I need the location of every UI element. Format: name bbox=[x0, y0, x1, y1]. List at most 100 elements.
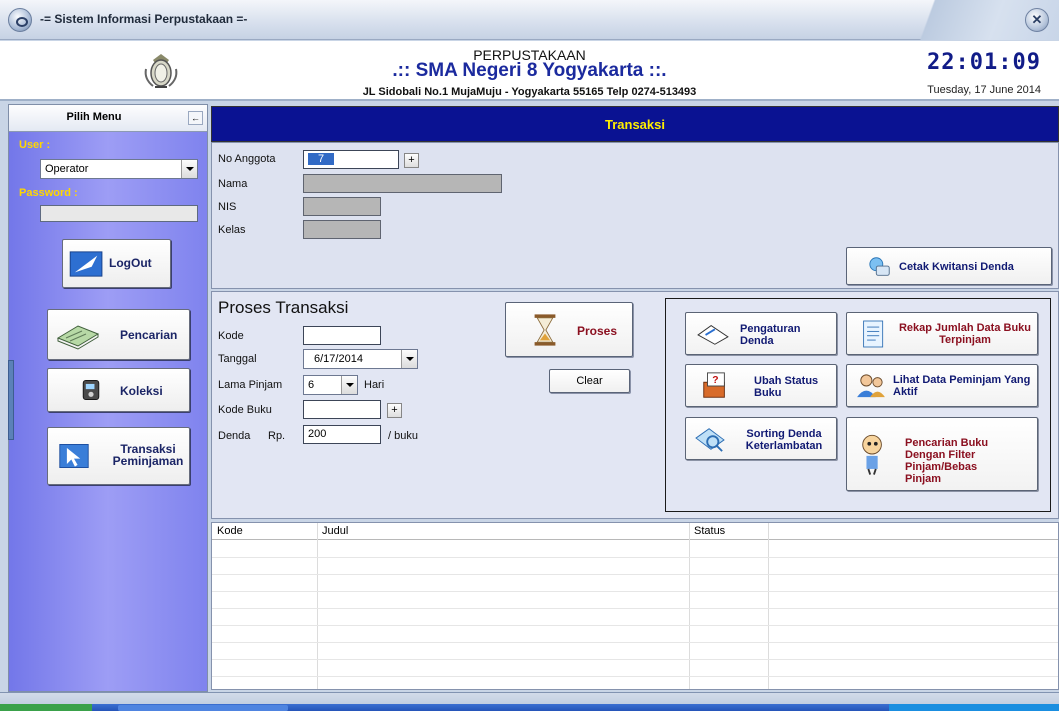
no-anggota-label: No Anggota bbox=[218, 153, 276, 165]
per-buku-label: / buku bbox=[388, 430, 418, 442]
chevron-down-icon[interactable] bbox=[181, 160, 197, 178]
kode-buku-label: Kode Buku bbox=[218, 404, 272, 416]
hari-label: Hari bbox=[364, 379, 385, 391]
ubah-status-label: Ubah Status Buku bbox=[754, 375, 819, 399]
lama-pinjam-label: Lama Pinjam bbox=[218, 379, 283, 391]
password-field[interactable] bbox=[40, 205, 198, 222]
column-divider bbox=[317, 523, 318, 689]
window-menu-icon[interactable] bbox=[8, 8, 32, 32]
nama-label: Nama bbox=[218, 178, 248, 190]
no-anggota-value: 7 bbox=[308, 153, 335, 165]
lihat-label: Lihat Data Peminjam Yang Aktif bbox=[893, 374, 1031, 398]
clock: 22:01:09 bbox=[927, 50, 1041, 75]
sidebar-item-pencarian[interactable]: Pencarian bbox=[47, 309, 190, 360]
system-tray bbox=[889, 704, 1059, 711]
user-label: User : bbox=[19, 139, 51, 151]
proses-button[interactable]: Proses bbox=[505, 302, 633, 357]
column-header-judul[interactable]: Judul bbox=[322, 525, 348, 537]
magnifier-person-icon bbox=[862, 434, 882, 475]
book-question-icon: ? bbox=[703, 371, 725, 398]
sidebar-header: Pilih Menu ← bbox=[9, 105, 207, 132]
print-receipt-icon bbox=[869, 257, 890, 276]
denda-field[interactable]: 200 bbox=[303, 425, 381, 444]
pin-icon[interactable]: ← bbox=[188, 111, 203, 125]
denda-label: Denda bbox=[218, 430, 251, 442]
page-title: Transaksi bbox=[605, 117, 665, 132]
proses-label: Proses bbox=[577, 324, 618, 338]
table-row bbox=[212, 676, 1058, 677]
svg-text:?: ? bbox=[712, 375, 718, 386]
hourglass-icon bbox=[534, 314, 556, 346]
app-header: PERPUSTAKAAN .:: SMA Negeri 8 Yogyakarta… bbox=[0, 41, 1059, 101]
pencarian-buku-filter-button[interactable]: Pencarian Buku Dengan Filter Pinjam/Beba… bbox=[846, 417, 1038, 491]
rekap-label: Rekap Jumlah Data Buku Terpinjam bbox=[898, 322, 1032, 346]
tanggal-picker[interactable]: 6/17/2014 bbox=[303, 349, 418, 369]
sorting-denda-button[interactable]: Sorting Denda Keterlambatan bbox=[685, 417, 837, 460]
cetak-kwitansi-denda-button[interactable]: Cetak Kwitansi Denda bbox=[846, 247, 1052, 285]
ubah-status-buku-button[interactable]: ? Ubah Status Buku bbox=[685, 364, 837, 407]
kelas-label: Kelas bbox=[218, 224, 246, 236]
column-divider bbox=[689, 523, 690, 689]
table-row bbox=[212, 557, 1058, 558]
school-name: .:: SMA Negeri 8 Yogyakarta ::. bbox=[392, 60, 667, 81]
collection-icon bbox=[82, 380, 100, 400]
rp-label: Rp. bbox=[268, 430, 286, 442]
window-title: -= Sistem Informasi Perpustakaan =- bbox=[40, 12, 248, 26]
sidebar: Pilih Menu ← User : Operator Password : … bbox=[8, 104, 208, 692]
user-select[interactable]: Operator bbox=[40, 159, 198, 179]
no-anggota-field[interactable]: 7 bbox=[303, 150, 399, 169]
sidebar-item-label: Transaksi Peminjaman bbox=[112, 442, 184, 468]
sidebar-item-koleksi[interactable]: Koleksi bbox=[47, 368, 190, 412]
window-titlebar: -= Sistem Informasi Perpustakaan =- ✕ bbox=[0, 0, 1059, 40]
book-search-icon bbox=[56, 324, 100, 350]
date: Tuesday, 17 June 2014 bbox=[927, 84, 1041, 96]
kelas-field bbox=[303, 220, 381, 239]
pencil-settings-icon bbox=[697, 324, 729, 345]
school-address: JL Sidobali No.1 MujaMuju - Yogyakarta 5… bbox=[362, 86, 697, 98]
chevron-down-icon[interactable] bbox=[341, 376, 357, 394]
lama-pinjam-select[interactable]: 6 bbox=[303, 375, 358, 395]
column-header-status[interactable]: Status bbox=[694, 525, 725, 537]
nis-label: NIS bbox=[218, 201, 237, 213]
column-header-kode[interactable]: Kode bbox=[217, 525, 243, 537]
logout-icon bbox=[69, 250, 103, 277]
kode-buku-field[interactable] bbox=[303, 400, 381, 419]
rekap-jumlah-button[interactable]: Rekap Jumlah Data Buku Terpinjam bbox=[846, 312, 1038, 355]
report-icon bbox=[863, 320, 884, 347]
table-row bbox=[212, 591, 1058, 592]
chevron-down-icon[interactable] bbox=[401, 350, 417, 368]
user-select-value: Operator bbox=[45, 163, 89, 175]
clear-button[interactable]: Clear bbox=[549, 369, 630, 393]
page-title-bar: Transaksi bbox=[211, 106, 1059, 142]
magnifier-document-icon bbox=[695, 427, 725, 452]
transaction-table[interactable]: Kode Judul Status bbox=[211, 522, 1059, 690]
pengaturan-label: Pengaturan Denda bbox=[740, 323, 801, 347]
lookup-member-button[interactable]: + bbox=[404, 153, 419, 168]
sidebar-item-label: Pencarian bbox=[120, 328, 178, 342]
column-divider bbox=[768, 523, 769, 689]
sidebar-item-label: Koleksi bbox=[120, 384, 163, 398]
cetak-label: Cetak Kwitansi Denda bbox=[899, 261, 1014, 273]
table-row bbox=[212, 608, 1058, 609]
lihat-data-peminjam-button[interactable]: Lihat Data Peminjam Yang Aktif bbox=[846, 364, 1038, 407]
tanggal-label: Tanggal bbox=[218, 353, 257, 365]
logout-label: LogOut bbox=[109, 256, 152, 270]
users-icon bbox=[857, 373, 885, 397]
kode-field[interactable] bbox=[303, 326, 381, 345]
cursor-icon bbox=[59, 444, 89, 468]
start-button[interactable] bbox=[0, 704, 92, 711]
pengaturan-denda-button[interactable]: Pengaturan Denda bbox=[685, 312, 837, 355]
table-row bbox=[212, 574, 1058, 575]
lookup-book-button[interactable]: + bbox=[387, 403, 402, 418]
process-title: Proses Transaksi bbox=[218, 298, 349, 317]
tanggal-value: 6/17/2014 bbox=[314, 353, 363, 365]
close-icon[interactable]: ✕ bbox=[1025, 8, 1049, 32]
sidebar-collapse-handle[interactable] bbox=[8, 360, 14, 440]
nama-field bbox=[303, 174, 502, 193]
sidebar-item-transaksi[interactable]: Transaksi Peminjaman bbox=[47, 427, 190, 485]
pencarian-label: Pencarian Buku Dengan Filter Pinjam/Beba… bbox=[905, 437, 989, 485]
kode-label: Kode bbox=[218, 330, 244, 342]
taskbar-item[interactable] bbox=[118, 705, 288, 711]
denda-value: 200 bbox=[308, 428, 327, 440]
logout-button[interactable]: LogOut bbox=[62, 239, 171, 288]
